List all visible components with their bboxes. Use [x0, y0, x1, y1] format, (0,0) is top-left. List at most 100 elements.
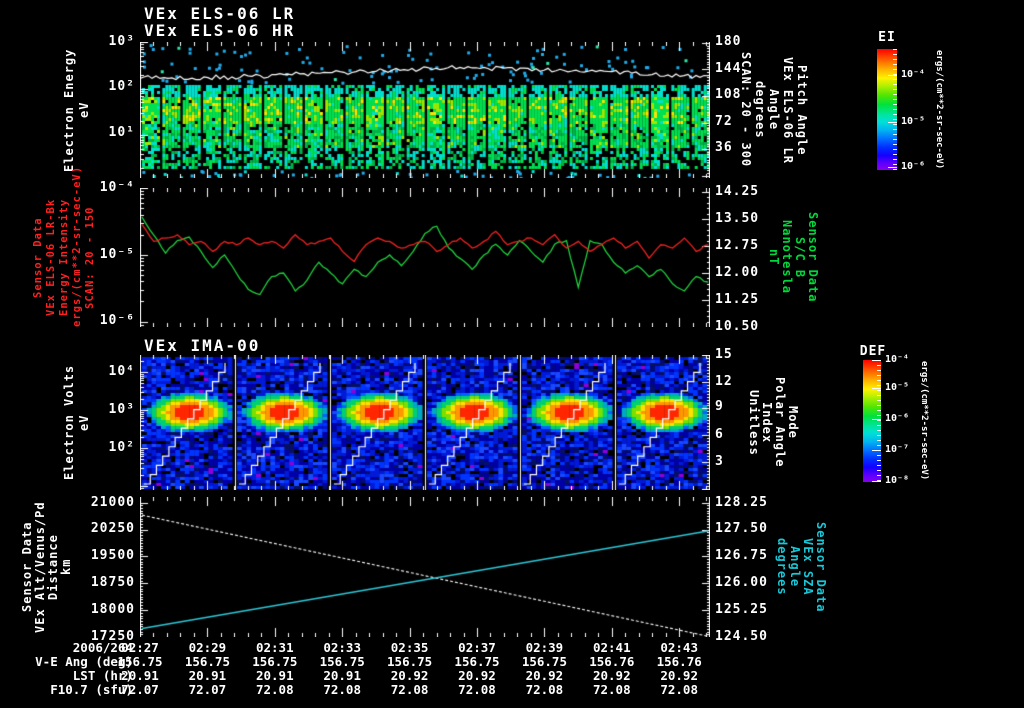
axis-title-line: VEx ELS-06 LR: [781, 56, 795, 164]
footer-value: 20.91: [323, 668, 361, 683]
axis-tick-label: 13.50: [715, 211, 760, 226]
axis-title-line: eV: [77, 414, 91, 431]
time-tick-label: 02:39: [525, 640, 564, 655]
eph-left-tick-labels: 21000 20250 19500 18750 18000 17250: [80, 495, 135, 644]
ima-spectrogram-canvas: [140, 355, 710, 490]
axis-title-line: Pitch Angle: [795, 64, 809, 156]
axis-tick-label: 20250: [90, 521, 135, 536]
intensity-bfield-line-canvas: [140, 188, 710, 327]
eph-right-axis-title: degrees Angle VEx SZA Sensor Data: [775, 497, 828, 637]
eph-right-tick-labels: 128.25 127.50 126.75 126.00 125.25 124.50: [715, 495, 770, 644]
colorbar-tick-label: 10⁻⁶: [885, 413, 910, 424]
colorbar-major-tick: [888, 122, 897, 123]
footer-value: 20.91: [121, 668, 159, 683]
axis-tick-label: 12.00: [715, 265, 760, 280]
axis-title-line: eV: [77, 101, 91, 119]
colorbar-major-tick: [872, 450, 881, 451]
footer-value: 20.92: [592, 668, 631, 683]
axis-title-line: VEx Alt/Venus/Pd: [33, 501, 47, 633]
footer-value: 72.08: [592, 682, 631, 697]
footer-value: 156.76: [656, 654, 702, 669]
axis-title-line: Electron Volts: [62, 364, 76, 481]
axis-tick-label: 125.25: [715, 602, 768, 617]
ei-colorbar-unit: ergs/(cm**2-sr-sec-eV): [934, 49, 944, 170]
time-tick-label: 02:41: [592, 640, 631, 655]
ei-colorbar: [877, 49, 897, 170]
axis-title-line: Electron Energy: [62, 48, 76, 172]
axis-title-line: degrees: [753, 81, 767, 139]
axis-tick-label: 128.25: [715, 495, 768, 510]
colorbar-major-tick: [872, 360, 881, 361]
axis-tick-label: 10.50: [715, 319, 760, 334]
footer-value: 20.91: [188, 668, 227, 683]
footer-value: 20.91: [255, 668, 294, 683]
footer-value: 156.75: [117, 654, 163, 669]
footer-value: 20.92: [525, 668, 564, 683]
axis-title-line: Energy Intensity: [58, 198, 70, 317]
axis-title-line: Sensor Data: [814, 521, 828, 613]
els-right-axis-title: SCAN: 20 - 300 degrees Angle VEx ELS-06 LR P…: [739, 42, 809, 178]
colorbar-major-tick: [872, 388, 881, 389]
els-left-axis-title: Electron Energy eV: [62, 42, 91, 178]
ima-title: VEx IMA-00: [144, 336, 261, 355]
axis-title-line: SCAN: 20 - 150: [84, 206, 96, 309]
axis-title-line: SCAN: 20 - 300: [739, 52, 753, 168]
footer-value: 72.07: [121, 682, 159, 697]
def-colorbar-minor-ticks: [877, 360, 881, 482]
axis-title-line: Sensor Data: [806, 212, 820, 303]
axis-tick-label: 126.75: [715, 548, 768, 563]
time-tick-label: 02:35: [390, 640, 429, 655]
footer-value: 156.75: [184, 654, 230, 669]
footer-value: 156.75: [387, 654, 433, 669]
footer-value: 72.08: [323, 682, 361, 697]
footer-value: 156.75: [454, 654, 500, 669]
vex-data-plot-page: VEx ELS-06 LR VEx ELS-06 HR VEx IMA-00 1…: [0, 0, 1024, 708]
footer-value: 156.75: [252, 654, 298, 669]
colorbar-major-tick: [872, 481, 881, 482]
eph-left-axis-title: Sensor Data VEx Alt/Venus/Pd Distance km: [20, 497, 73, 637]
colorbar-tick-label: 10⁻⁴: [885, 354, 910, 365]
footer-value: 20.92: [660, 668, 698, 683]
def-colorbar-unit: ergs/(cm**2-sr-sec-eV): [919, 361, 929, 481]
els-title-line-2: VEx ELS-06 HR: [144, 21, 296, 40]
footer-value: 20.92: [390, 668, 429, 683]
colorbar-tick-label: 10⁻⁷: [885, 444, 910, 455]
bf-right-axis-title: nT Nanotesla S/C B Sensor Data: [767, 188, 820, 327]
axis-tick-label: 11.25: [715, 292, 760, 307]
time-tick-label: 02:27: [121, 640, 159, 655]
bf-left-axis-title: Sensor Data VEx ELS-06 LR-Bk Energy Intens…: [32, 165, 97, 327]
footer-value: 156.75: [319, 654, 365, 669]
axis-title-line: VEx ELS-06 LR-Bk: [45, 198, 57, 317]
axis-tick-label: 126.00: [715, 575, 768, 590]
ephemeris-line-canvas: [140, 497, 710, 637]
footer-value: 20.92: [458, 668, 496, 683]
time-tick-label: 02:29: [188, 640, 227, 655]
els-spectrogram-canvas: [140, 42, 710, 178]
footer-value: 72.07: [188, 682, 227, 697]
footer-value: 156.76: [589, 654, 635, 669]
colorbar-major-tick: [872, 419, 881, 420]
footer-value: 72.08: [458, 682, 496, 697]
colorbar-tick-label: 10⁻⁵: [901, 116, 926, 127]
axis-tick-label: 18750: [90, 575, 135, 590]
footer-value: 72.08: [390, 682, 429, 697]
axis-title-line: Sensor Data: [32, 217, 44, 298]
colorbar-major-tick: [888, 75, 897, 76]
axis-title-line: Mode: [786, 406, 800, 439]
axis-title-line: Distance: [46, 534, 60, 600]
ei-colorbar-title: EI: [878, 30, 896, 45]
axis-title-line: Sensor Data: [20, 521, 34, 613]
axis-tick-label: 127.50: [715, 521, 768, 536]
colorbar-tick-label: 10⁻⁴: [901, 69, 926, 80]
axis-title-line: ergs/(cm**2-sr-sec-eV): [71, 165, 83, 327]
footer-ephemeris-table: 2006/264 02:27 02:29 02:31 02:33 02:35 02:37 02…: [0, 640, 1024, 706]
axis-tick-label: 21000: [90, 495, 135, 510]
axis-tick-label: 14.25: [715, 184, 760, 199]
time-tick-label: 02:33: [323, 640, 361, 655]
ima-left-axis-title: Electron Volts eV: [62, 355, 91, 490]
footer-value: 72.08: [660, 682, 698, 697]
footer-value: 72.08: [525, 682, 564, 697]
def-colorbar: [863, 360, 881, 482]
ima-right-axis-title: Unitless Index Polar Angle Mode: [747, 355, 800, 490]
colorbar-tick-label: 10⁻⁸: [885, 475, 910, 486]
